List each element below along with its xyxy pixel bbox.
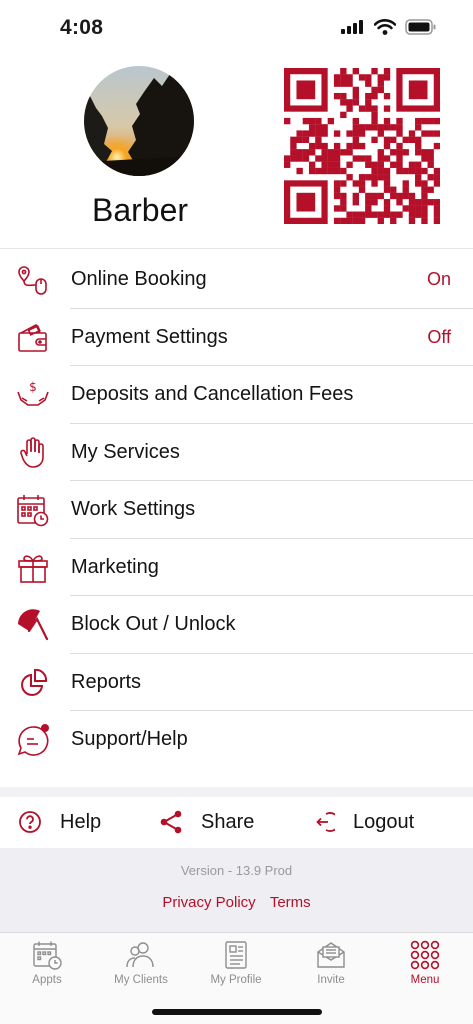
profile-header: Barber (0, 54, 473, 248)
terms-link[interactable]: Terms (270, 894, 311, 911)
share-label: Share (201, 810, 255, 833)
version-text: Version - 13.9 Prod (180, 863, 293, 878)
tab-label: My Profile (210, 974, 262, 986)
menu-item-support-help[interactable]: Support/Help (0, 711, 473, 769)
calendar-clock-icon (17, 495, 49, 527)
gift-icon (18, 554, 48, 583)
pie-chart-icon (21, 668, 48, 696)
menu-item-label: Block Out / Unlock (71, 613, 236, 635)
online-booking-status: On (426, 269, 451, 289)
tab-my-clients[interactable]: My Clients (94, 939, 188, 986)
avatar[interactable] (84, 66, 194, 176)
wallet-icon (18, 323, 47, 352)
grid-dots-icon (410, 940, 440, 970)
menu-item-label: Marketing (71, 555, 159, 578)
menu-item-my-services[interactable]: My Services (0, 424, 473, 481)
menu-item-label: Online Booking (71, 268, 207, 290)
divider (0, 248, 473, 249)
help-label: Help (60, 810, 102, 833)
menu-item-label: Reports (71, 670, 142, 693)
menu-item-label: My Services (71, 440, 180, 463)
tab-menu[interactable]: Menu (378, 939, 472, 986)
tab-label: Invite (317, 974, 345, 986)
menu-item-label: Support/Help (71, 728, 188, 750)
cellular-signal-icon (341, 20, 363, 34)
logout-label: Logout (353, 810, 415, 833)
menu-item-online-booking[interactable]: Online Booking On (0, 251, 473, 309)
hands-dollar-icon: $ (17, 380, 49, 406)
menu-item-work-settings[interactable]: Work Settings (0, 481, 473, 539)
share-icon (160, 810, 182, 834)
section-divider (0, 787, 473, 797)
tab-label: Appts (32, 974, 62, 986)
tab-appts[interactable]: Appts (0, 939, 94, 986)
umbrella-icon (18, 609, 49, 641)
help-button[interactable]: Help (18, 797, 101, 847)
chat-bubble-icon (17, 724, 49, 756)
logout-button[interactable]: Logout (311, 797, 414, 847)
action-row: Help Share Logout (0, 797, 473, 847)
qr-code[interactable] (284, 68, 440, 224)
status-bar: 4:08 (0, 0, 473, 54)
tab-label: My Clients (114, 974, 168, 986)
profile-name: Barber (91, 192, 189, 228)
privacy-policy-link[interactable]: Privacy Policy (162, 894, 255, 911)
clients-icon (126, 942, 154, 968)
profile-document-icon (225, 941, 247, 969)
menu-item-deposits-cancellation-fees[interactable]: $ Deposits and Cancellation Fees (0, 366, 473, 424)
envelope-icon (317, 942, 345, 968)
tab-label: Menu (410, 974, 440, 986)
settings-menu-list: Online Booking On Payment Settings Off $… (0, 251, 473, 769)
tab-invite[interactable]: Invite (284, 939, 378, 986)
footer: Version - 13.9 Prod Privacy Policy Terms (0, 848, 473, 932)
battery-icon (405, 19, 436, 35)
menu-item-reports[interactable]: Reports (0, 654, 473, 711)
logout-icon (316, 812, 335, 832)
menu-item-label: Deposits and Cancellation Fees (71, 383, 354, 405)
tab-my-profile[interactable]: My Profile (189, 939, 283, 986)
home-indicator (152, 1009, 322, 1015)
question-circle-icon (19, 811, 41, 833)
svg-text:$: $ (29, 380, 37, 394)
hand-icon (20, 436, 44, 468)
location-mouse-icon (18, 266, 47, 295)
share-button[interactable]: Share (159, 797, 254, 847)
wifi-icon (374, 19, 396, 35)
payment-settings-status: Off (427, 326, 451, 347)
status-time: 4:08 (60, 16, 104, 39)
menu-item-block-out-unlock[interactable]: Block Out / Unlock (0, 596, 473, 654)
menu-item-payment-settings[interactable]: Payment Settings Off (0, 309, 473, 366)
calendar-clock-icon (33, 941, 62, 970)
menu-item-marketing[interactable]: Marketing (0, 539, 473, 596)
status-icons (341, 19, 437, 35)
menu-item-label: Payment Settings (71, 325, 228, 348)
footer-links: Privacy Policy Terms (0, 894, 473, 911)
menu-item-label: Work Settings (71, 498, 196, 520)
avatar-sunset-image (84, 66, 194, 176)
